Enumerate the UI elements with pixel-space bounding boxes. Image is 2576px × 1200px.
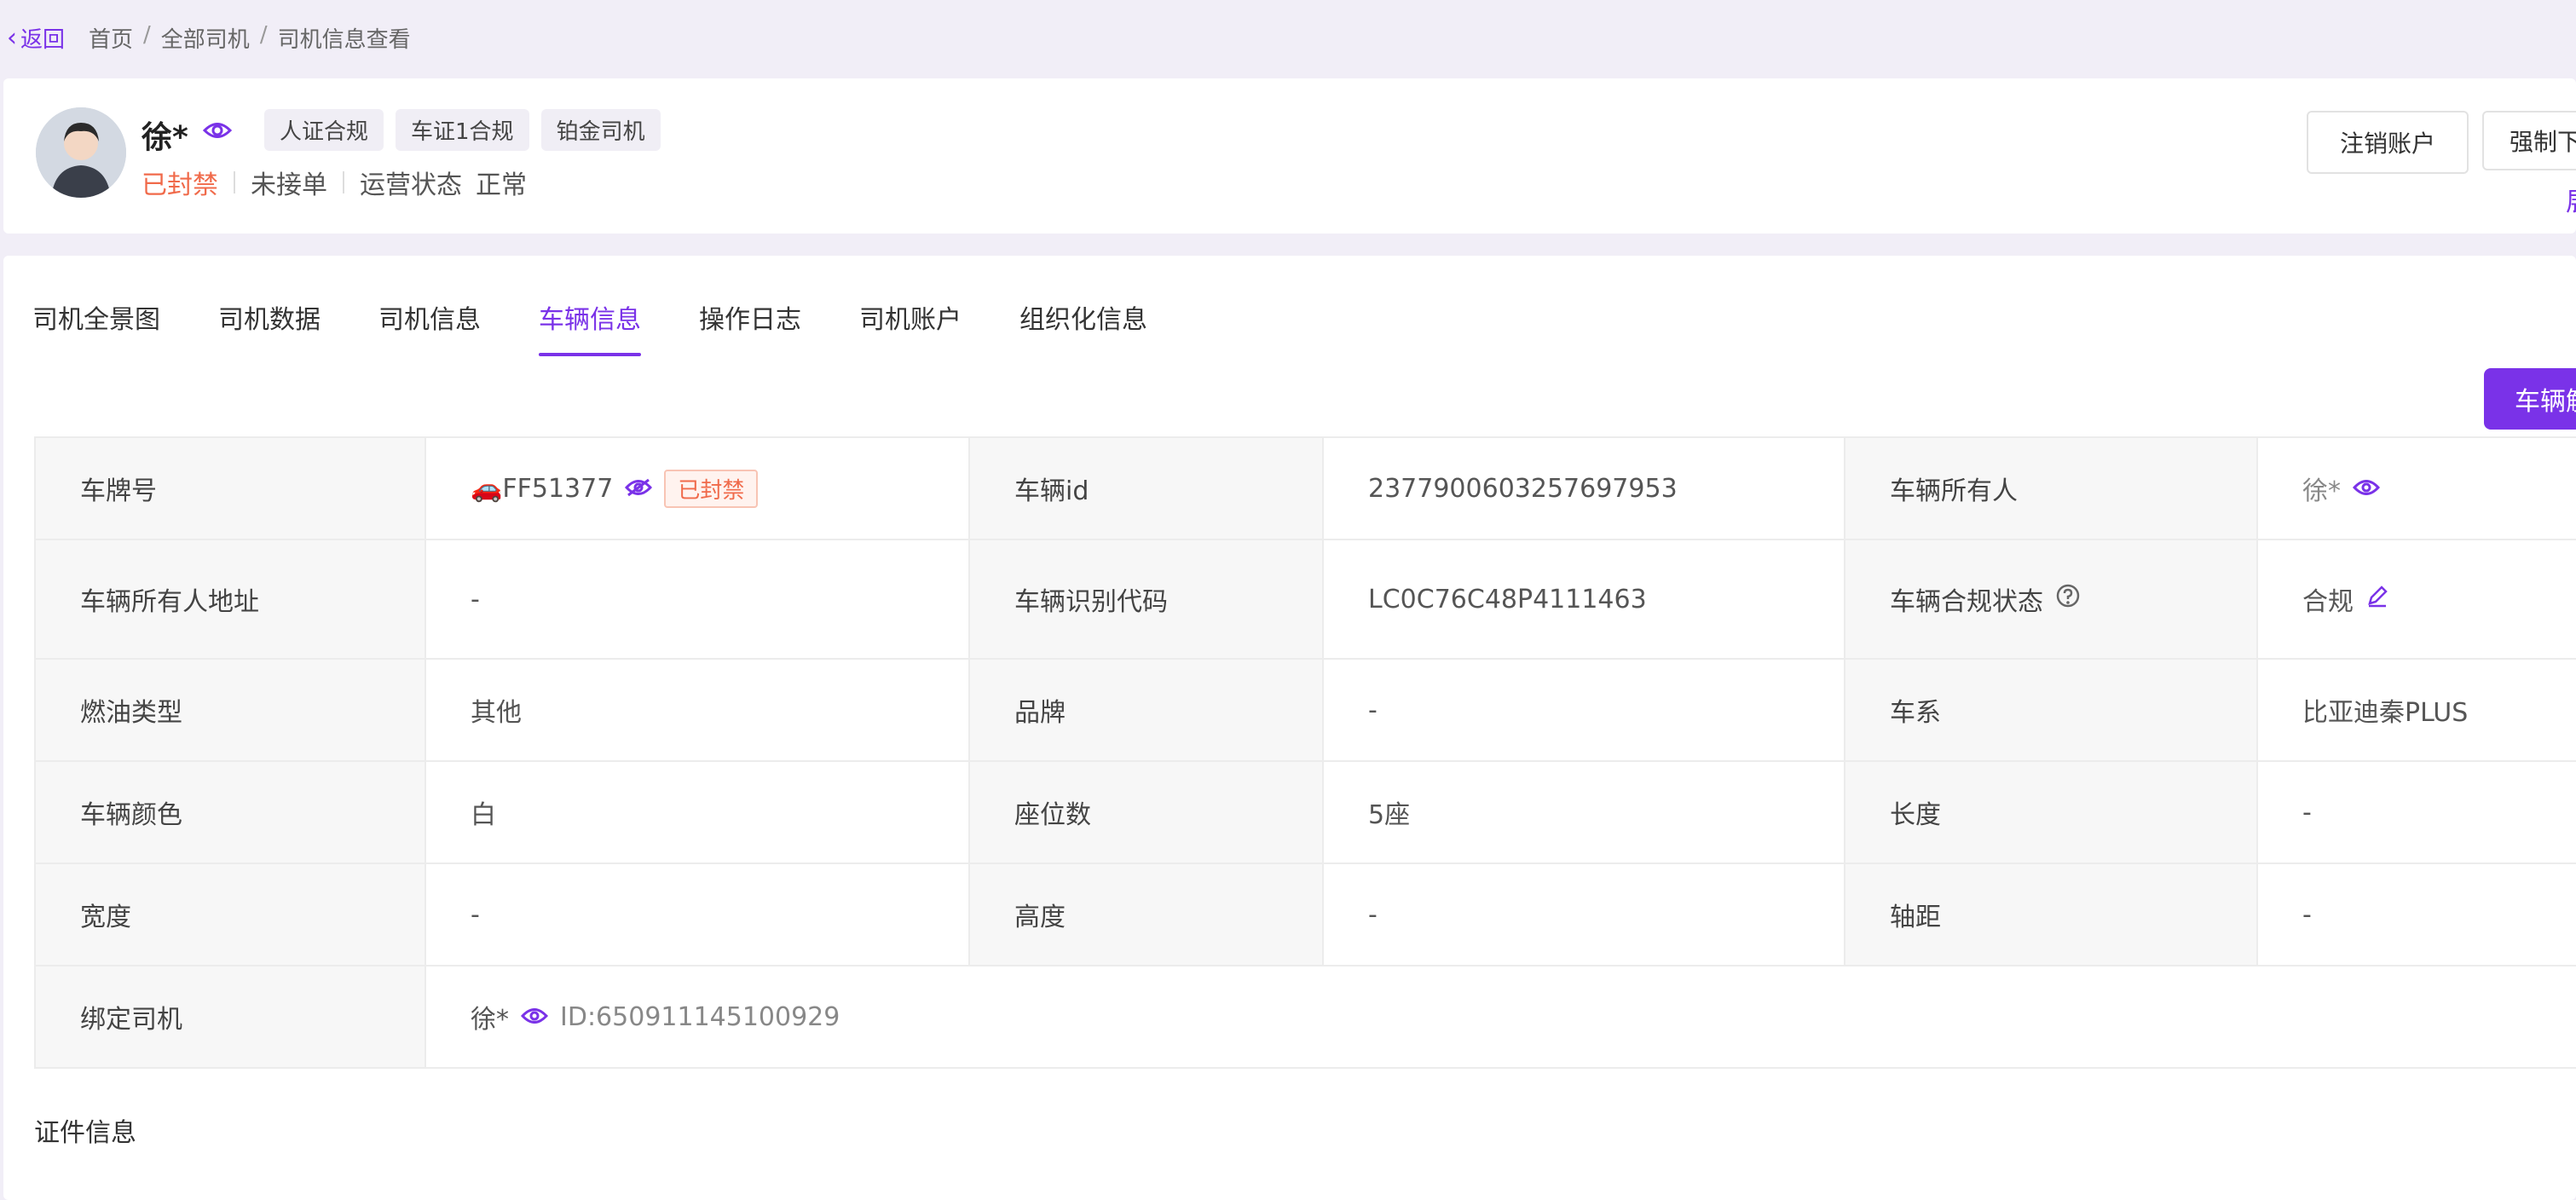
breadcrumb: ‹ 返回 首页 / 全部司机 / 司机信息查看 <box>0 0 2576 75</box>
label-length: 长度 <box>1844 760 2258 864</box>
unbind-vehicle-button[interactable]: 车辆解绑 <box>2484 368 2576 430</box>
table-row: 燃油类型 其他 品牌 - 车系 比亚迪秦PLUS <box>34 658 2576 762</box>
label-bound-driver: 绑定司机 <box>34 965 426 1069</box>
back-label: 返回 <box>20 26 66 53</box>
avatar <box>36 107 126 198</box>
chevron-left-icon: ‹ <box>7 22 17 53</box>
color-value: 白 <box>425 760 970 864</box>
eye-hide-icon[interactable] <box>625 474 653 504</box>
breadcrumb-item-current: 司机信息查看 <box>277 26 411 53</box>
tab-organization[interactable]: 组织化信息 <box>1019 298 1147 356</box>
driver-name: 徐* <box>142 120 188 155</box>
breadcrumb-item-home[interactable]: 首页 <box>89 22 133 54</box>
width-value: - <box>425 862 970 966</box>
status-badge: 已封禁 <box>142 170 218 200</box>
vin-value: LC0C76C48P4111463 <box>1322 539 1845 660</box>
section-title-certificates: 证件信息 <box>34 1118 136 1148</box>
label-series: 车系 <box>1844 658 2258 762</box>
bound-driver-name: 徐* <box>471 1005 509 1035</box>
order-state: 未接单 <box>251 170 327 200</box>
plate-number: 🚗FF51377 <box>471 473 614 504</box>
compliance-value: 合规 <box>2302 587 2354 617</box>
label-seats: 座位数 <box>968 760 1324 864</box>
eye-icon[interactable] <box>520 1002 549 1032</box>
tab-operation-log[interactable]: 操作日志 <box>699 298 801 356</box>
logout-account-button[interactable]: 注销账户 <box>2307 111 2469 174</box>
tab-driver-data[interactable]: 司机数据 <box>218 298 321 356</box>
series-value: 比亚迪秦PLUS <box>2256 658 2576 762</box>
owner-value: 徐* <box>2302 476 2341 506</box>
driver-profile-card: 徐* 人证合规 车证1合规 铂金司机 已封禁 未接单 运营状态 正常 注销账户 … <box>3 78 2576 234</box>
fuel-type-value: 其他 <box>425 658 970 762</box>
tab-driver-info[interactable]: 司机信息 <box>378 298 481 356</box>
length-value: - <box>2256 760 2576 864</box>
bound-driver-id: ID:650911145100929 <box>560 1001 840 1032</box>
wheelbase-value: - <box>2256 862 2576 966</box>
operation-label: 运营状态 <box>360 170 462 200</box>
vehicle-id-value: 2377900603257697953 <box>1322 436 1845 540</box>
label-color: 车辆颜色 <box>34 760 426 864</box>
breadcrumb-trail: 首页 / 全部司机 / 司机信息查看 <box>89 21 411 54</box>
label-plate: 车牌号 <box>34 436 426 540</box>
label-compliance: 车辆合规状态 <box>1890 587 2043 617</box>
tag-level: 铂金司机 <box>540 109 661 151</box>
height-value: - <box>1322 862 1845 966</box>
label-owner: 车辆所有人 <box>1844 436 2258 540</box>
driver-status-line: 已封禁 未接单 运营状态 正常 <box>142 164 527 201</box>
label-fuel-type: 燃油类型 <box>34 658 426 762</box>
eye-icon[interactable] <box>202 121 233 138</box>
vehicle-detail-table: 车牌号 🚗FF51377 已封禁 车辆id 237790060325769795… <box>34 436 2576 1069</box>
main-card: 司机全景图 司机数据 司机信息 车辆信息 操作日志 司机账户 组织化信息 车辆解… <box>3 256 2576 1200</box>
eye-icon[interactable] <box>2352 474 2381 504</box>
brand-value: - <box>1322 658 1845 762</box>
label-height: 高度 <box>968 862 1324 966</box>
plate-status-badge: 已封禁 <box>664 469 759 508</box>
seats-value: 5座 <box>1322 760 1845 864</box>
tag-vehicle: 车证1合规 <box>396 109 529 151</box>
label-owner-address: 车辆所有人地址 <box>34 539 426 660</box>
person-icon <box>36 107 126 198</box>
breadcrumb-item-drivers[interactable]: 全部司机 <box>161 22 250 54</box>
operation-value: 正常 <box>476 170 527 200</box>
force-offline-button[interactable]: 强制下线 <box>2482 111 2576 170</box>
tab-overview[interactable]: 司机全景图 <box>32 298 160 356</box>
table-row: 车辆颜色 白 座位数 5座 长度 - <box>34 760 2576 864</box>
table-row: 车牌号 🚗FF51377 已封禁 车辆id 237790060325769795… <box>34 436 2576 540</box>
label-width: 宽度 <box>34 862 426 966</box>
tab-bar: 司机全景图 司机数据 司机信息 车辆信息 操作日志 司机账户 组织化信息 <box>32 298 1147 356</box>
table-row: 绑定司机 徐* ID:650911145100929 <box>34 965 2576 1069</box>
edit-icon[interactable] <box>2365 584 2389 614</box>
help-icon[interactable] <box>2055 583 2081 615</box>
table-row: 宽度 - 高度 - 轴距 - <box>34 862 2576 966</box>
label-wheelbase: 轴距 <box>1844 862 2258 966</box>
back-link[interactable]: ‹ 返回 <box>7 22 65 54</box>
tab-driver-account[interactable]: 司机账户 <box>859 298 962 356</box>
label-vin: 车辆识别代码 <box>968 539 1324 660</box>
tag-identity: 人证合规 <box>264 109 384 151</box>
expand-link[interactable]: 展 <box>2566 181 2576 218</box>
table-row: 车辆所有人地址 - 车辆识别代码 LC0C76C48P4111463 车辆合规状… <box>34 539 2576 660</box>
driver-tags: 人证合规 车证1合规 铂金司机 <box>264 109 661 151</box>
tab-vehicle-info[interactable]: 车辆信息 <box>539 298 641 356</box>
label-brand: 品牌 <box>968 658 1324 762</box>
owner-address-value: - <box>425 539 970 660</box>
label-vehicle-id: 车辆id <box>968 436 1324 540</box>
